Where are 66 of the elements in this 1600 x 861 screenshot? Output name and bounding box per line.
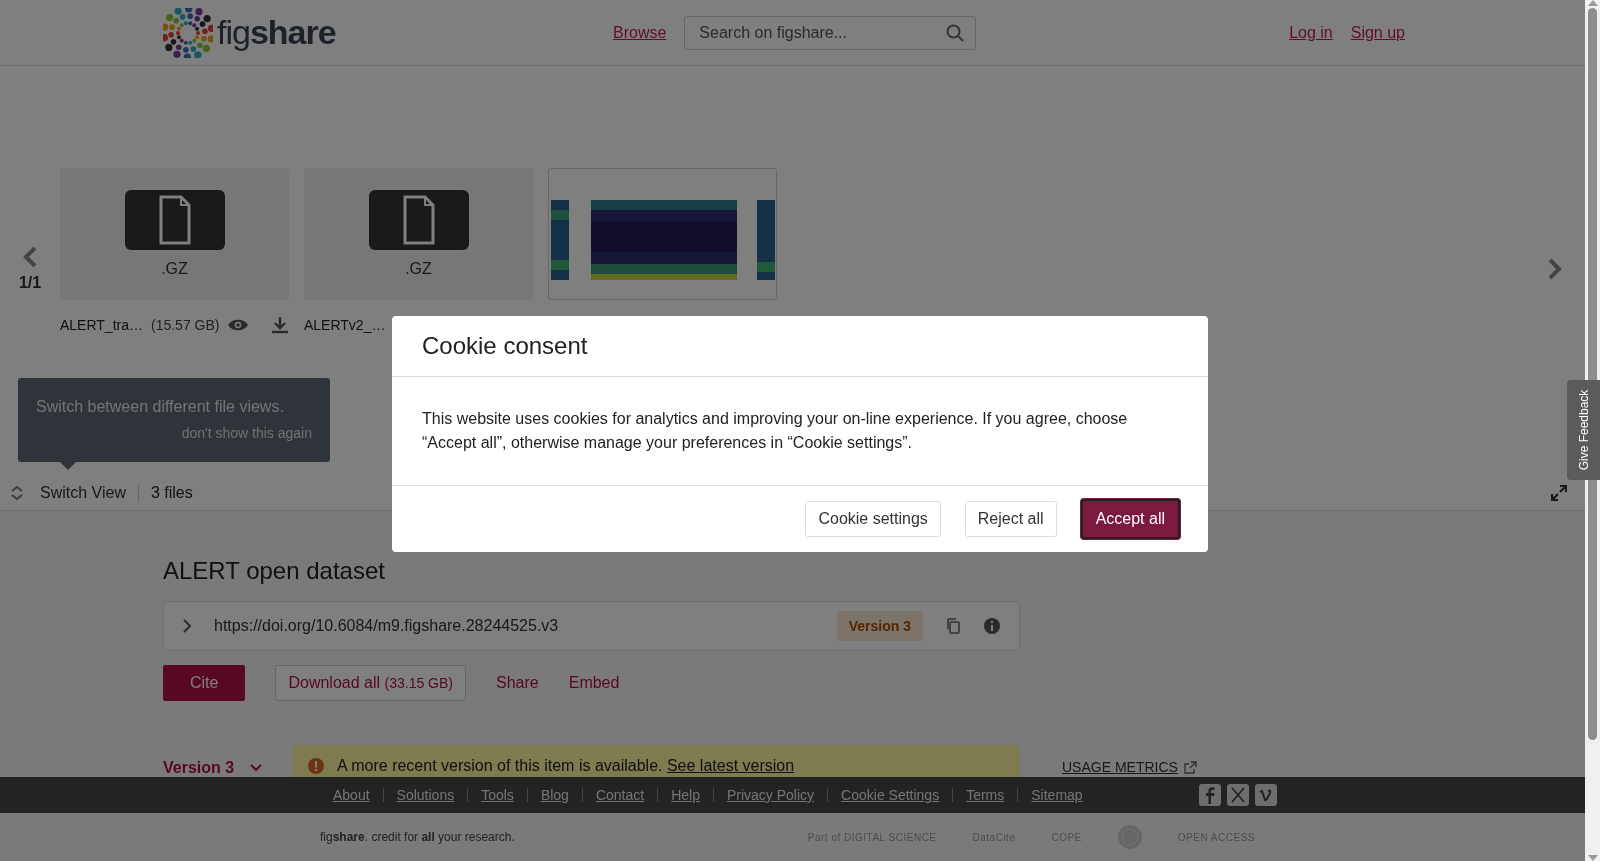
usage-metrics-link[interactable]: USAGE METRICS (1062, 759, 1197, 775)
external-link-icon (1183, 760, 1197, 774)
dialog-button[interactable]: Cookie settings (805, 501, 941, 537)
copy-icon[interactable] (945, 617, 961, 635)
footer-link[interactable]: Help (658, 787, 713, 803)
version-badge: Version 3 (836, 611, 923, 641)
dismiss-link[interactable]: don't show this again (181, 425, 312, 441)
footer-link[interactable]: Privacy Policy (713, 787, 828, 803)
footer-link[interactable]: About (320, 787, 383, 803)
file-icon (368, 190, 469, 250)
footer-link[interactable]: Cookie Settings (828, 787, 953, 803)
dialog-text: This website uses cookies for analytics and improving your on-line experience. If you agree, choose “Accept all”, otherwise manage your preferences in “Cookie settings”. (422, 410, 1128, 451)
scroll-up-icon (1587, 0, 1598, 6)
chevron-left-icon[interactable] (22, 246, 38, 268)
footer-link[interactable]: Blog (527, 787, 582, 803)
logo-text: figshare (217, 13, 336, 52)
expand-icon[interactable] (1551, 485, 1567, 501)
doi-link[interactable]: https://doi.org/10.6084/m9.figshare.28244525.v3 (214, 617, 815, 635)
x-icon[interactable] (1227, 784, 1249, 806)
file-extension: .GZ (405, 260, 432, 278)
chevron-right-icon[interactable] (182, 618, 192, 634)
version-dropdown[interactable]: Version 3 (163, 745, 269, 777)
logo-icon (163, 7, 213, 58)
vimeo-icon[interactable] (1255, 784, 1277, 806)
cite-button[interactable]: Cite (163, 665, 246, 701)
file-icon (124, 190, 225, 250)
tagline: figshare. credit for all your research. (320, 830, 515, 844)
file-count: 3 files (149, 484, 193, 502)
file-thumbnail[interactable]: .GZ (60, 168, 289, 300)
facebook-icon[interactable] (1199, 784, 1221, 806)
accept-button[interactable]: Accept all (1080, 499, 1180, 539)
switch-view-button[interactable]: Switch View (24, 484, 139, 502)
file-thumbnail[interactable]: .GZ (304, 168, 533, 300)
feedback-tab[interactable]: Give Feedback (1567, 380, 1600, 480)
footer-link[interactable]: Tools (468, 787, 527, 803)
page-indicator: 1/1 (18, 274, 42, 292)
dialog-button[interactable]: Reject all (964, 501, 1057, 537)
notice-text: A more recent version of this item is available. See latest version (337, 757, 795, 775)
file-name: ALERT_tra… (60, 317, 143, 333)
download-icon[interactable] (271, 316, 289, 334)
footer-link[interactable]: Terms (953, 787, 1018, 803)
search-field[interactable]: Search on figshare... (684, 15, 977, 50)
action-link[interactable]: Embed (568, 666, 620, 700)
alert-icon (307, 757, 325, 775)
item-title: ALERT open dataset (163, 557, 386, 585)
footer-link[interactable]: Contact (582, 787, 658, 803)
dialog-title: Cookie consent (422, 332, 588, 360)
account-link[interactable]: Log in (1289, 23, 1333, 42)
footer-link[interactable]: Solutions (383, 787, 468, 803)
chevron-down-icon (250, 764, 263, 772)
info-icon[interactable] (983, 617, 1001, 635)
download-button[interactable]: Download all (33.15 GB) (275, 665, 466, 701)
footer-link[interactable]: Sitemap (1018, 787, 1096, 803)
switch-view-icon[interactable] (10, 485, 24, 501)
scroll-down-icon (1587, 855, 1598, 861)
chevron-right-icon[interactable] (1547, 258, 1563, 280)
eye-icon[interactable] (227, 318, 250, 332)
latest-version-link[interactable]: See latest version (666, 757, 795, 774)
action-link[interactable]: Share (496, 666, 539, 700)
search-icon (946, 23, 965, 42)
file-extension: .GZ (161, 260, 188, 278)
tooltip-text: Switch between different file views. (36, 398, 285, 416)
file-size: (15.57 GB) (151, 317, 220, 333)
file-name: ALERTv2_… (304, 317, 386, 333)
account-link[interactable]: Sign up (1350, 23, 1405, 42)
browse-link[interactable]: Browse (613, 23, 667, 42)
